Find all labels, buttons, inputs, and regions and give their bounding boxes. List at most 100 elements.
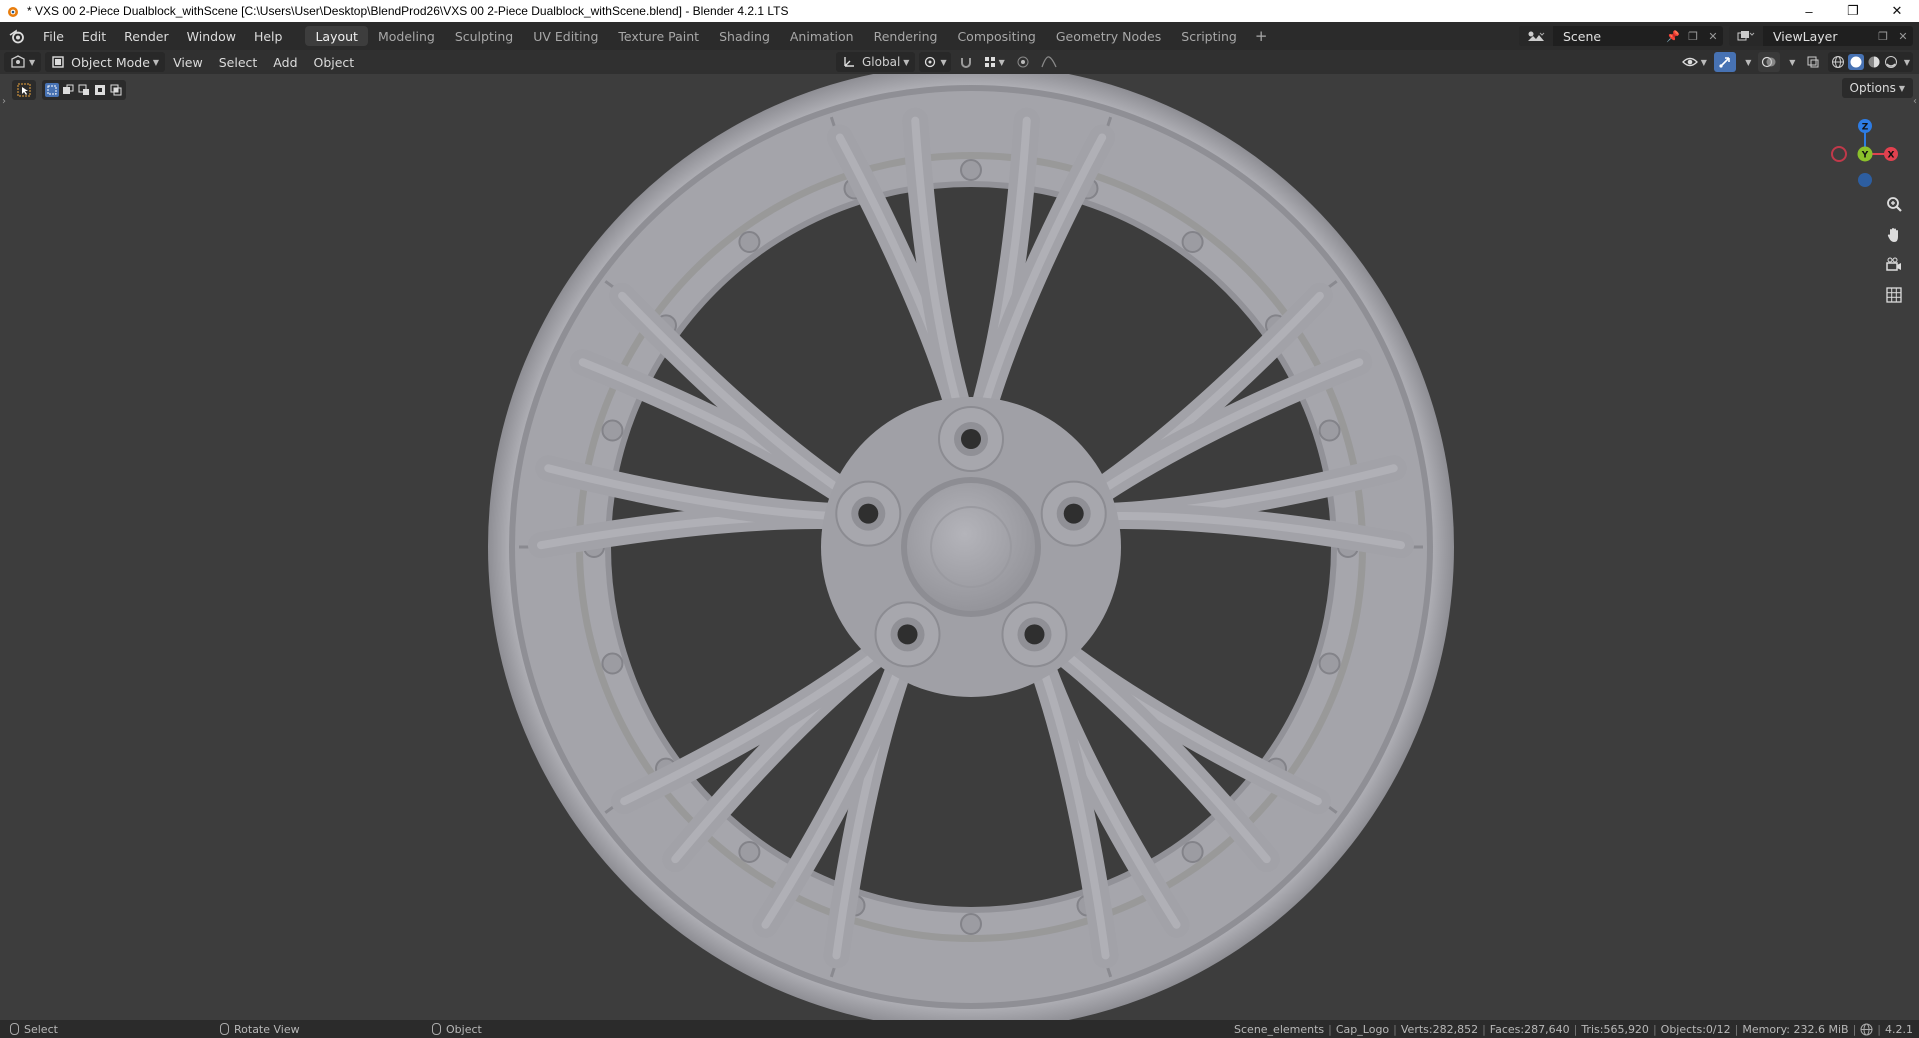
tab-sculpting[interactable]: Sculpting <box>445 26 523 46</box>
object-mode-dropdown[interactable]: Object Mode ▼ <box>45 52 166 72</box>
wheel-model[interactable] <box>488 74 1454 1020</box>
zoom-icon <box>1887 197 1902 212</box>
viewport-menu-select[interactable]: Select <box>211 55 266 70</box>
scene-name[interactable]: Scene <box>1553 29 1663 44</box>
select-invert-icon[interactable] <box>93 83 107 97</box>
viewport-header: ▼ Object Mode ▼ View Select Add Object G… <box>0 50 1919 74</box>
blender-menu-icon[interactable] <box>0 22 34 50</box>
neg-z-axis-handle[interactable] <box>1858 173 1872 187</box>
view-layer-selector[interactable]: ViewLayer ❐ ✕ <box>1729 26 1913 46</box>
menu-window[interactable]: Window <box>178 22 245 50</box>
rim-bolt <box>601 419 624 442</box>
tab-shading[interactable]: Shading <box>709 26 780 46</box>
delete-scene-icon[interactable]: ✕ <box>1703 26 1723 46</box>
status-object-label: Object <box>446 1022 482 1036</box>
select-new-icon[interactable] <box>45 83 59 97</box>
tab-geometry-nodes[interactable]: Geometry Nodes <box>1046 26 1171 46</box>
delete-view-layer-icon[interactable]: ✕ <box>1893 26 1913 46</box>
orientation-axes-icon <box>844 57 854 67</box>
select-extend-icon[interactable] <box>61 83 75 97</box>
viewport-menu-object[interactable]: Object <box>306 55 363 70</box>
stat-tris: Tris:565,920 <box>1581 1022 1649 1036</box>
visibility-dropdown[interactable]: ▼ <box>1679 52 1710 72</box>
select-intersect-icon[interactable] <box>109 83 123 97</box>
navigation-gizmo[interactable]: Z X Y <box>1825 114 1905 194</box>
pan-view-button[interactable] <box>1881 222 1907 248</box>
falloff-dropdown[interactable] <box>1038 52 1060 72</box>
tab-scripting[interactable]: Scripting <box>1171 26 1247 46</box>
view-layer-name[interactable]: ViewLayer <box>1763 29 1873 44</box>
add-workspace-button[interactable]: + <box>1247 27 1276 45</box>
object-mode-label: Object Mode <box>71 54 150 70</box>
tab-rendering[interactable]: Rendering <box>864 26 948 46</box>
snap-target-dropdown[interactable]: ▼ <box>981 52 1008 72</box>
tab-texture-paint[interactable]: Texture Paint <box>608 26 709 46</box>
stat-memory: Memory: 232.6 MiB <box>1742 1022 1849 1036</box>
transform-orientation-dropdown[interactable]: Global ▼ <box>836 52 916 72</box>
tab-modeling[interactable]: Modeling <box>368 26 445 46</box>
lug-hole <box>897 624 918 645</box>
rim-bolt <box>738 231 761 254</box>
minimize-button[interactable]: – <box>1787 0 1831 22</box>
perspective-toggle-button[interactable] <box>1881 282 1907 308</box>
wireframe-shading-icon[interactable] <box>1831 55 1845 69</box>
menu-edit[interactable]: Edit <box>73 22 115 50</box>
pin-icon[interactable]: 📌 <box>1663 26 1683 46</box>
close-button[interactable]: ✕ <box>1875 0 1919 22</box>
overlays-toggle[interactable] <box>1757 52 1780 72</box>
window-title: * VXS 00 2-Piece Dualblock_withScene [C:… <box>27 4 789 18</box>
editor-type-dropdown[interactable]: ▼ <box>4 52 42 72</box>
overlays-dropdown[interactable]: ▼ <box>1784 52 1798 72</box>
tab-uv-editing[interactable]: UV Editing <box>523 26 608 46</box>
overlays-icon <box>1761 56 1776 68</box>
sidebar-expand-arrow[interactable]: ‹ <box>1913 96 1917 107</box>
toolbar-expand-arrow[interactable]: › <box>2 96 6 107</box>
viewport-menu-view[interactable]: View <box>165 55 211 70</box>
gizmo-dropdown[interactable]: ▼ <box>1740 52 1754 72</box>
stat-version: 4.2.1 <box>1885 1022 1913 1036</box>
options-dropdown[interactable]: Options ▼ <box>1841 78 1913 98</box>
view-layer-icon[interactable] <box>1729 26 1763 46</box>
rendered-shading-icon[interactable] <box>1884 55 1898 69</box>
neg-x-axis-handle[interactable] <box>1831 146 1847 162</box>
stat-verts: Verts:282,852 <box>1400 1022 1479 1036</box>
scene-selector[interactable]: Scene 📌 ❐ ✕ <box>1519 26 1723 46</box>
proportional-editing-toggle[interactable] <box>1012 52 1034 72</box>
status-select-hint: Select <box>10 1023 220 1036</box>
zoom-view-button[interactable] <box>1881 192 1907 218</box>
solid-shading-icon[interactable] <box>1847 54 1864 70</box>
center-cap[interactable] <box>907 483 1035 611</box>
new-view-layer-icon[interactable]: ❐ <box>1873 26 1893 46</box>
stat-faces: Faces:287,640 <box>1489 1022 1570 1036</box>
status-rotate-label: Rotate View <box>234 1022 300 1036</box>
3d-viewport[interactable]: Options ▼ › ‹ Z X Y <box>0 74 1919 1020</box>
new-scene-icon[interactable]: ❐ <box>1683 26 1703 46</box>
object-mode-icon <box>52 56 64 68</box>
menu-help[interactable]: Help <box>245 22 292 50</box>
show-gizmo-toggle[interactable] <box>1713 52 1736 72</box>
z-axis-label: Z <box>1862 123 1869 133</box>
stat-objects: Objects:0/12 <box>1660 1022 1731 1036</box>
camera-view-button[interactable] <box>1881 252 1907 278</box>
tab-compositing[interactable]: Compositing <box>947 26 1045 46</box>
xray-toggle[interactable] <box>1802 52 1824 72</box>
menu-file[interactable]: File <box>34 22 73 50</box>
lug-hole <box>858 503 879 524</box>
gizmo-icon <box>1719 57 1730 68</box>
menu-render[interactable]: Render <box>115 22 178 50</box>
viewport-menu-add[interactable]: Add <box>265 55 305 70</box>
pivot-point-dropdown[interactable]: ▼ <box>919 52 951 72</box>
tool-select-cursor[interactable] <box>12 80 36 100</box>
snap-toggle[interactable] <box>955 52 977 72</box>
eye-icon <box>1681 57 1698 67</box>
workspace-tabs: Layout Modeling Sculpting UV Editing Tex… <box>305 22 1275 50</box>
maximize-button[interactable]: ❐ <box>1831 0 1875 22</box>
material-shading-icon[interactable] <box>1867 55 1881 69</box>
scene-icon[interactable] <box>1519 26 1553 46</box>
network-icon <box>1860 1023 1873 1035</box>
proportional-icon <box>1017 56 1029 68</box>
tab-animation[interactable]: Animation <box>780 26 864 46</box>
window-titlebar: * VXS 00 2-Piece Dualblock_withScene [C:… <box>0 0 1919 22</box>
tab-layout[interactable]: Layout <box>305 26 368 46</box>
select-subtract-icon[interactable] <box>77 83 91 97</box>
